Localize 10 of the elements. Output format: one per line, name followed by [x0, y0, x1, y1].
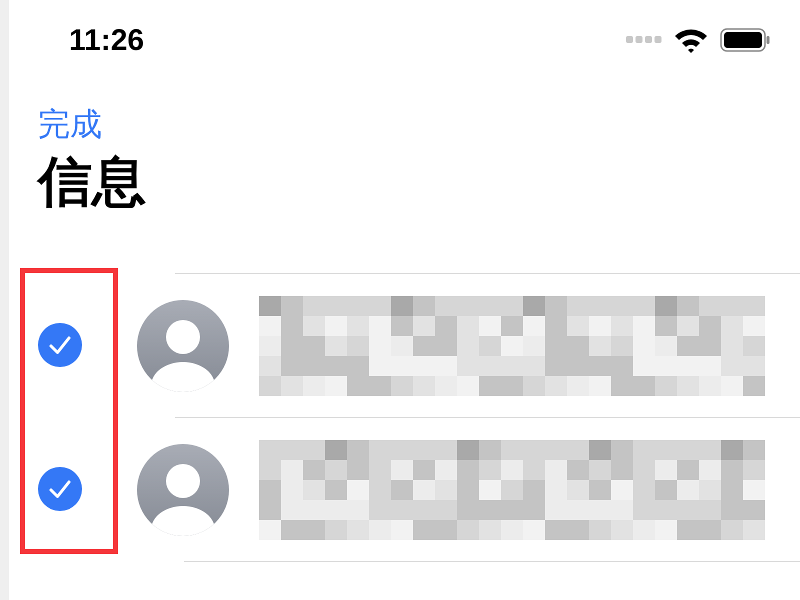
signal-dots-icon — [626, 36, 662, 44]
status-time: 11:26 — [69, 22, 144, 58]
done-button[interactable]: 完成 — [38, 108, 102, 140]
page-title: 信息 — [38, 155, 147, 209]
battery-icon — [720, 28, 770, 52]
checkmark-icon[interactable] — [38, 323, 82, 367]
wifi-icon — [674, 27, 708, 53]
avatar-icon — [137, 300, 229, 392]
avatar-icon — [137, 444, 229, 536]
checkmark-icon[interactable] — [38, 467, 82, 511]
